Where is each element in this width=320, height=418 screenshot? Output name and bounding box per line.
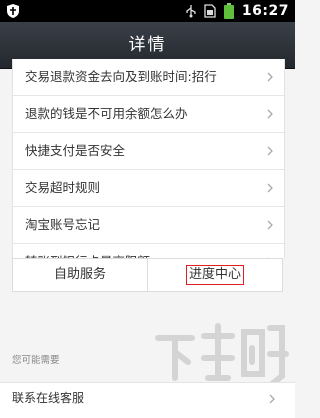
list-item[interactable]: 快捷支付是否安全 [13, 133, 284, 170]
chevron-right-icon [267, 146, 273, 156]
chevron-right-icon [267, 109, 273, 119]
sim-icon [204, 4, 216, 18]
list-item[interactable]: 退款的钱是不可用余额怎么办 [13, 96, 284, 133]
tab-progress-center[interactable]: 进度中心 [147, 259, 282, 291]
list-item[interactable]: 交易超时规则 [13, 170, 284, 207]
usb-icon [186, 5, 196, 18]
tab-label: 自助服务 [53, 267, 106, 282]
status-time: 16:27 [241, 3, 289, 19]
chevron-right-icon [267, 183, 273, 193]
list-item-label: 转账到银行卡最高限额 [25, 244, 150, 258]
list-item-label: 快捷支付是否安全 [25, 143, 126, 158]
chevron-right-icon [267, 72, 273, 82]
status-bar: 16:27 [0, 0, 295, 22]
list-item-label: 淘宝账号忘记 [25, 217, 101, 232]
chevron-right-icon [269, 394, 275, 404]
bottom-item-label: 联系在线客服 [12, 391, 85, 405]
list-item-label: 退款的钱是不可用余额怎么办 [25, 106, 188, 121]
contact-online-service-item[interactable]: 联系在线客服 [0, 382, 295, 418]
list-item-label: 交易退款资金去向及到账时间:招行 [25, 69, 217, 84]
list-item[interactable]: 转账到银行卡最高限额 [13, 244, 284, 258]
chevron-right-icon [267, 220, 273, 230]
tab-label: 进度中心 [185, 265, 244, 285]
list-item[interactable]: 淘宝账号忘记 [13, 207, 284, 244]
shield-icon [7, 4, 19, 18]
battery-icon [223, 3, 234, 19]
help-topic-list: 交易退款资金去向及到账时间:招行 退款的钱是不可用余额怎么办 快捷支付是否安全 … [12, 59, 285, 258]
tab-self-service[interactable]: 自助服务 [13, 259, 147, 291]
tab-bar: 自助服务 进度中心 [12, 258, 283, 292]
section-label: 您可能需要 [12, 355, 60, 366]
list-item[interactable]: 交易退款资金去向及到账时间:招行 [13, 59, 284, 96]
list-item-label: 交易超时规则 [25, 180, 101, 195]
